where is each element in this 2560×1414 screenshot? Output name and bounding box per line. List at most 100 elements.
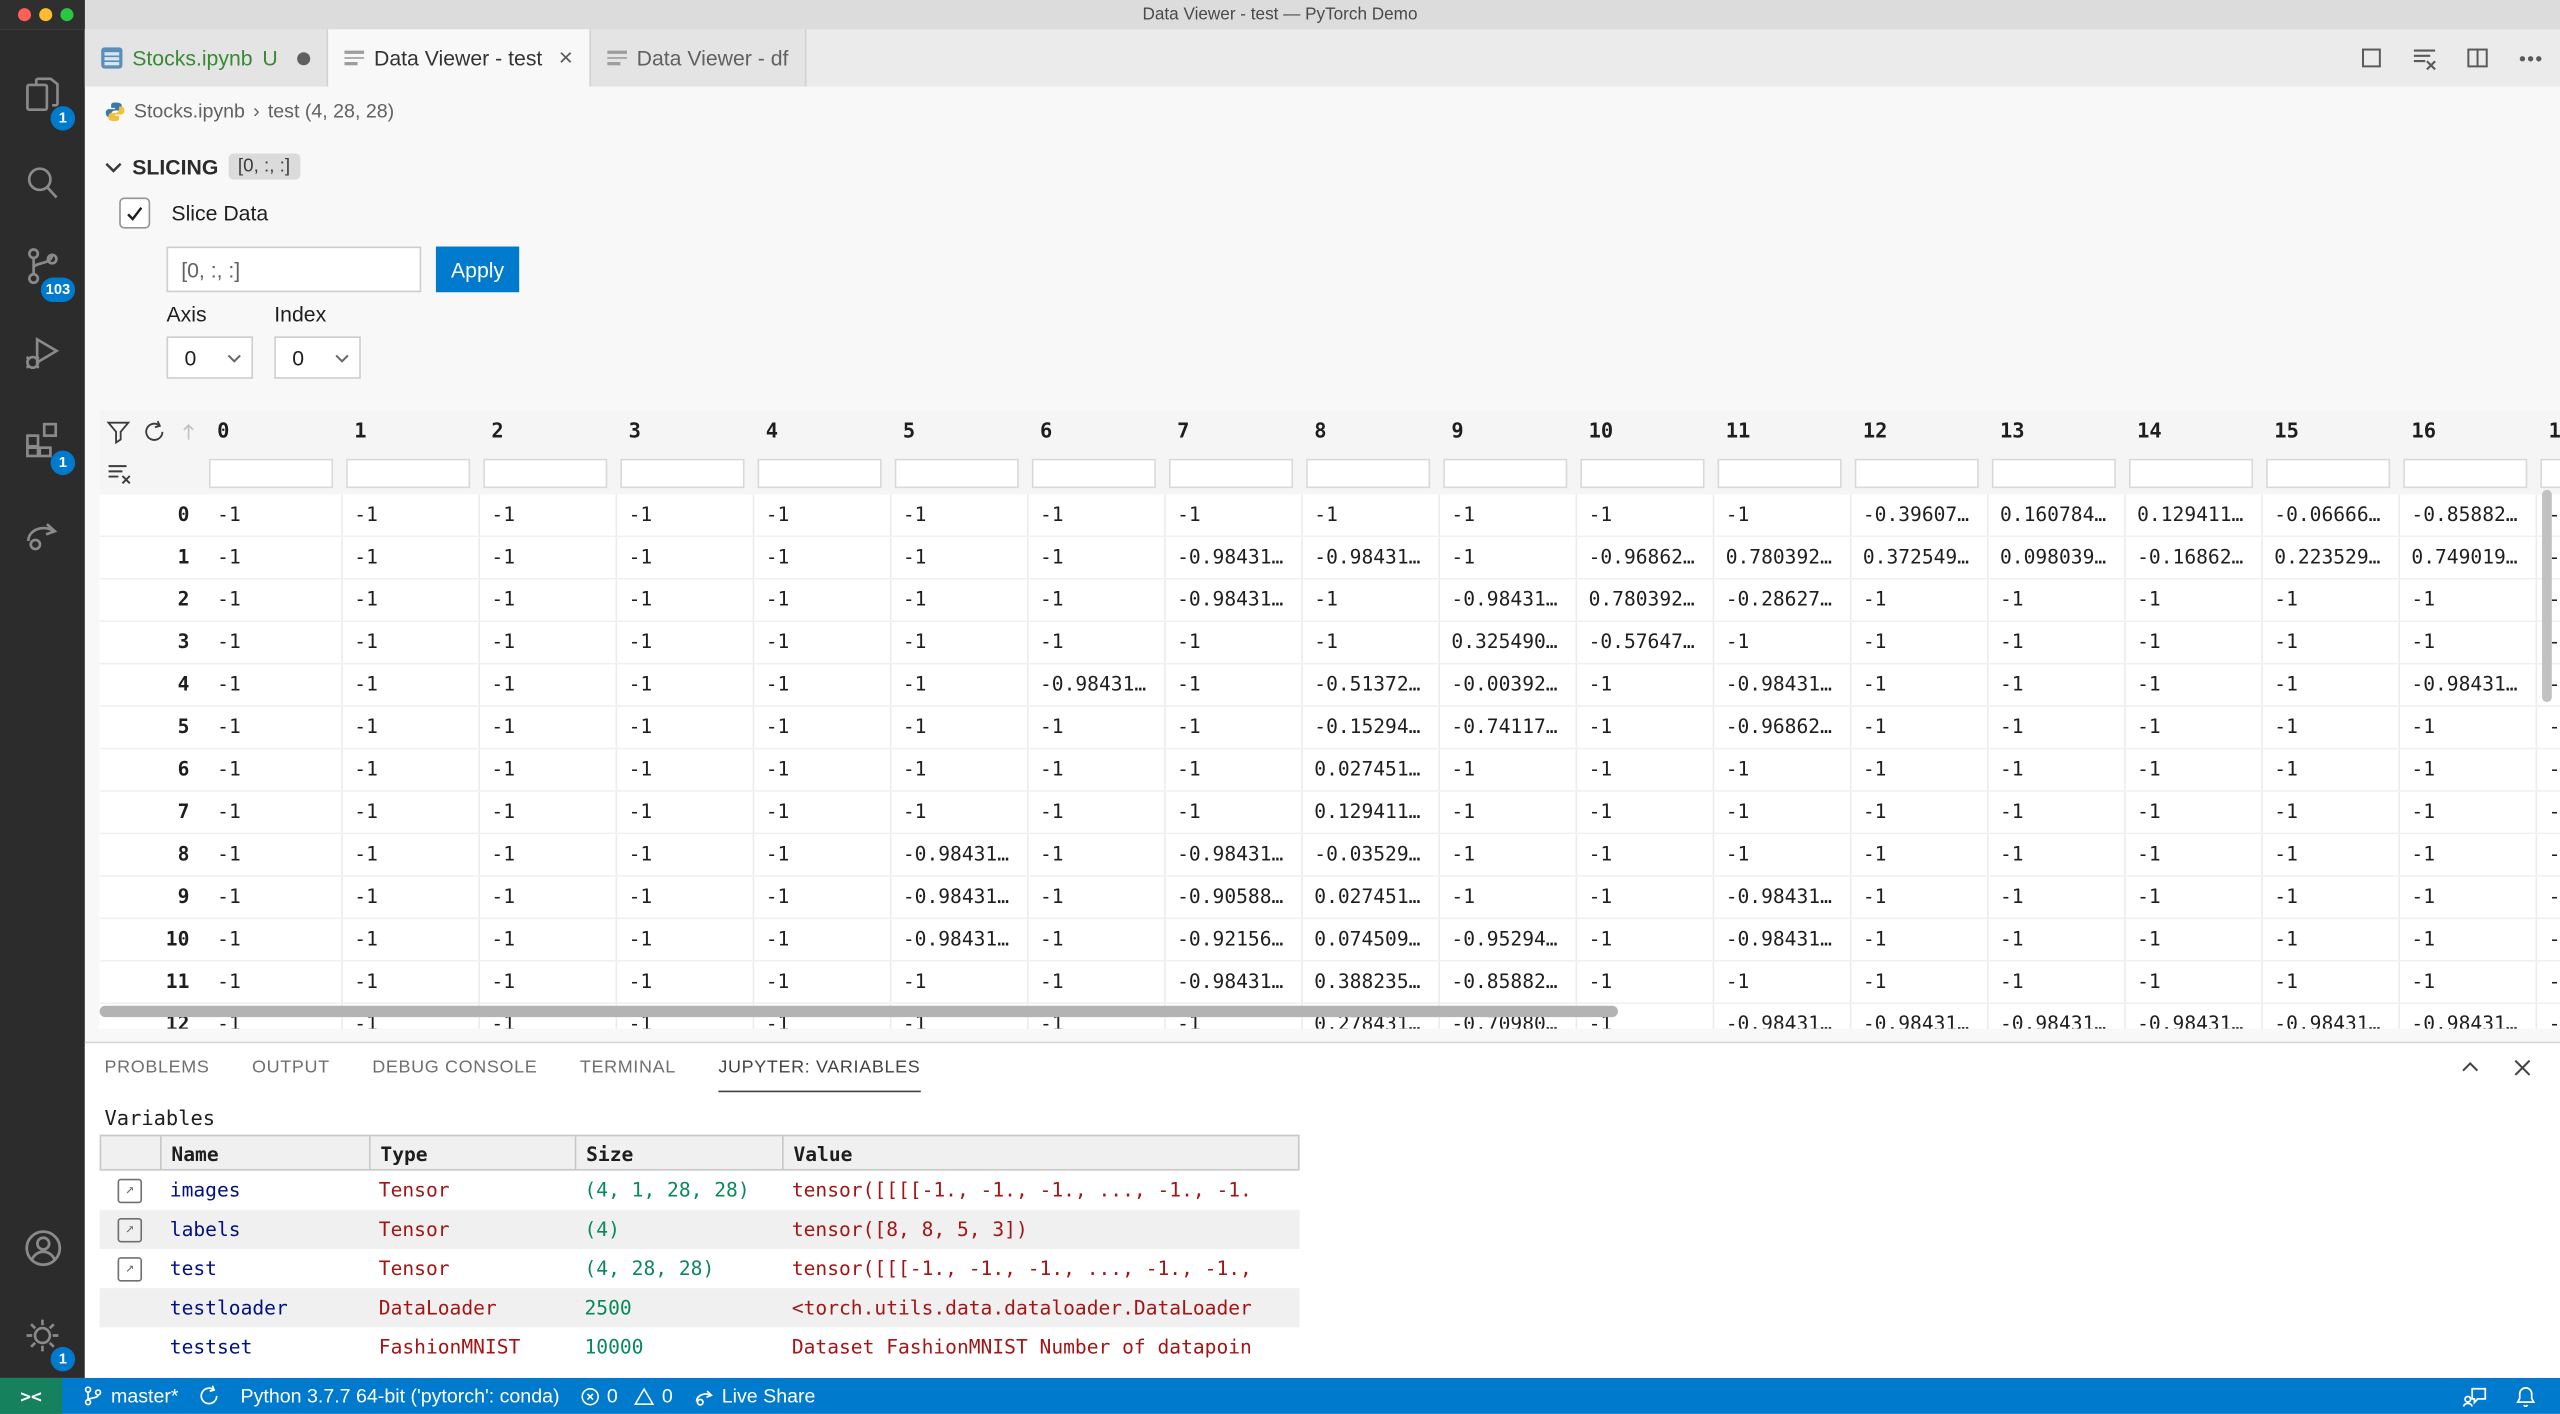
grid-column-header[interactable]: 8	[1303, 410, 1440, 452]
column-filter-input[interactable]	[2129, 459, 2253, 488]
variable-row[interactable]: ↗labelsTensor(4)tensor([8, 8, 5, 3])	[100, 1210, 1300, 1249]
breadcrumb-item[interactable]: test (4, 28, 28)	[268, 100, 394, 123]
column-filter-input[interactable]	[758, 459, 882, 488]
panel-tab-problems[interactable]: PROBLEMS	[104, 1043, 209, 1092]
open-in-data-viewer-icon[interactable]: ↗	[118, 1178, 142, 1202]
tab-data-viewer-test[interactable]: Data Viewer - test ×	[328, 29, 591, 86]
square-icon[interactable]	[2359, 46, 2383, 70]
more-actions-icon[interactable]	[2518, 45, 2544, 71]
split-editor-icon[interactable]	[2465, 46, 2489, 70]
sidebar-item-run-debug[interactable]	[0, 313, 85, 391]
close-tab-icon[interactable]: ×	[559, 44, 573, 72]
column-filter-input[interactable]	[620, 459, 744, 488]
grid-cell: -0.90588…	[1166, 877, 1303, 918]
panel-tab-terminal[interactable]: TERMINAL	[580, 1043, 676, 1092]
git-branch-status[interactable]: master*	[82, 1384, 179, 1407]
size-column-header[interactable]: Size	[575, 1136, 782, 1169]
column-filter-input[interactable]	[1032, 459, 1156, 488]
account-button[interactable]	[0, 1208, 85, 1286]
variable-row[interactable]: ↗imagesTensor(4, 1, 28, 28)tensor([[[[-1…	[100, 1171, 1300, 1210]
column-filter-input[interactable]	[1443, 459, 1567, 488]
grid-column-header[interactable]: 2	[480, 410, 617, 452]
sidebar-item-live-share[interactable]	[0, 495, 85, 573]
grid-column-header[interactable]: 7	[1166, 410, 1303, 452]
sidebar-item-source-control[interactable]: 103	[0, 227, 85, 305]
column-filter-input[interactable]	[1580, 459, 1704, 488]
open-in-data-viewer-icon[interactable]: ↗	[118, 1256, 142, 1280]
grid-column-header[interactable]: 3	[617, 410, 754, 452]
grid-column-header[interactable]: 5	[891, 410, 1028, 452]
slice-expression-input[interactable]	[167, 247, 422, 293]
value-column-header[interactable]: Value	[782, 1136, 1300, 1169]
apply-button[interactable]: Apply	[436, 247, 519, 293]
grid-cell: -1	[2400, 622, 2537, 663]
grid-column-header[interactable]: 6	[1029, 410, 1166, 452]
column-filter-input[interactable]	[1306, 459, 1430, 488]
grid-column-header[interactable]: 11	[1714, 410, 1851, 452]
grid-column-header[interactable]: 16	[2400, 410, 2537, 452]
column-filter-input[interactable]	[895, 459, 1019, 488]
variable-name: images	[160, 1171, 369, 1210]
variable-row[interactable]: testloaderDataLoader2500<torch.utils.dat…	[100, 1288, 1300, 1327]
table-row: 11-1-1-1-1-1-1-1-0.98431…0.388235…-0.858…	[100, 962, 2560, 1004]
feedback-icon[interactable]	[2462, 1384, 2488, 1408]
sidebar-item-extensions[interactable]: 1	[0, 400, 85, 478]
variable-row[interactable]: ↗testTensor(4, 28, 28)tensor([[[-1., -1.…	[100, 1249, 1300, 1288]
column-filter-input[interactable]	[1992, 459, 2116, 488]
grid-column-header[interactable]: 15	[2263, 410, 2400, 452]
grid-cell: -1	[1577, 749, 1714, 790]
index-dropdown[interactable]: 0	[274, 336, 361, 378]
refresh-icon[interactable]	[142, 419, 166, 443]
column-filter-input[interactable]	[346, 459, 470, 488]
column-filter-input[interactable]	[209, 459, 333, 488]
open-in-data-viewer-icon[interactable]: ↗	[118, 1217, 142, 1241]
column-filter-input[interactable]	[2403, 459, 2527, 488]
panel-tab-output[interactable]: OUTPUT	[252, 1043, 330, 1092]
column-filter-input[interactable]	[1718, 459, 1842, 488]
horizontal-scrollbar[interactable]	[100, 1006, 1618, 1017]
problems-status[interactable]: 0 0	[579, 1384, 673, 1407]
grid-column-header[interactable]: 10	[1577, 410, 1714, 452]
column-filter-input[interactable]	[483, 459, 607, 488]
sort-up-icon[interactable]	[178, 420, 199, 441]
tab-stocks-ipynb[interactable]: Stocks.ipynb U	[85, 29, 328, 86]
bell-icon[interactable]	[2514, 1384, 2537, 1408]
grid-column-header[interactable]: 13	[1989, 410, 2126, 452]
grid-column-header[interactable]: 17	[2537, 410, 2560, 452]
sidebar-item-explorer[interactable]: 1	[0, 56, 85, 134]
panel-tab-debug-console[interactable]: DEBUG CONSOLE	[372, 1043, 537, 1092]
column-filter-input[interactable]	[2266, 459, 2390, 488]
grid-column-header[interactable]: 14	[2126, 410, 2263, 452]
column-filter-input[interactable]	[1169, 459, 1293, 488]
name-column-header[interactable]: Name	[160, 1136, 369, 1169]
vertical-scrollbar[interactable]	[2542, 490, 2552, 702]
grid-column-header[interactable]: 1	[343, 410, 480, 452]
grid-column-header[interactable]: 9	[1440, 410, 1577, 452]
clear-list-icon[interactable]	[2411, 45, 2437, 71]
remote-indicator[interactable]: ><	[0, 1378, 62, 1414]
grid-column-header[interactable]: 4	[754, 410, 891, 452]
collapse-panel-icon[interactable]	[2459, 1056, 2482, 1079]
close-panel-icon[interactable]	[2511, 1056, 2534, 1079]
live-share-status[interactable]: Live Share	[692, 1384, 815, 1407]
grid-cell: -1	[206, 580, 343, 621]
tab-data-viewer-df[interactable]: Data Viewer - df	[591, 29, 806, 86]
settings-button[interactable]: 1	[0, 1296, 85, 1374]
slice-data-checkbox[interactable]	[119, 198, 150, 229]
sync-status[interactable]	[198, 1384, 221, 1407]
grid-column-header[interactable]: 0	[206, 410, 343, 452]
python-interpreter-status[interactable]: Python 3.7.7 64-bit ('pytorch': conda)	[241, 1384, 560, 1407]
panel-tab-jupyter-variables[interactable]: JUPYTER: VARIABLES	[718, 1043, 920, 1092]
type-column-header[interactable]: Type	[369, 1136, 575, 1169]
variable-row[interactable]: testsetFashionMNIST10000Dataset FashionM…	[100, 1327, 1300, 1366]
grid-column-header[interactable]: 12	[1851, 410, 1988, 452]
filter-icon[interactable]	[106, 419, 130, 443]
sidebar-item-search[interactable]	[0, 144, 85, 222]
column-filter-input[interactable]	[1855, 459, 1979, 488]
slicing-section-header[interactable]: SLICING [0, :, :]	[104, 153, 299, 179]
column-filter-input[interactable]	[2540, 459, 2560, 488]
unsaved-dot-icon[interactable]	[297, 51, 310, 64]
clear-filters-icon[interactable]	[106, 460, 132, 486]
breadcrumb-file[interactable]: Stocks.ipynb	[134, 100, 245, 123]
axis-dropdown[interactable]: 0	[167, 336, 254, 378]
